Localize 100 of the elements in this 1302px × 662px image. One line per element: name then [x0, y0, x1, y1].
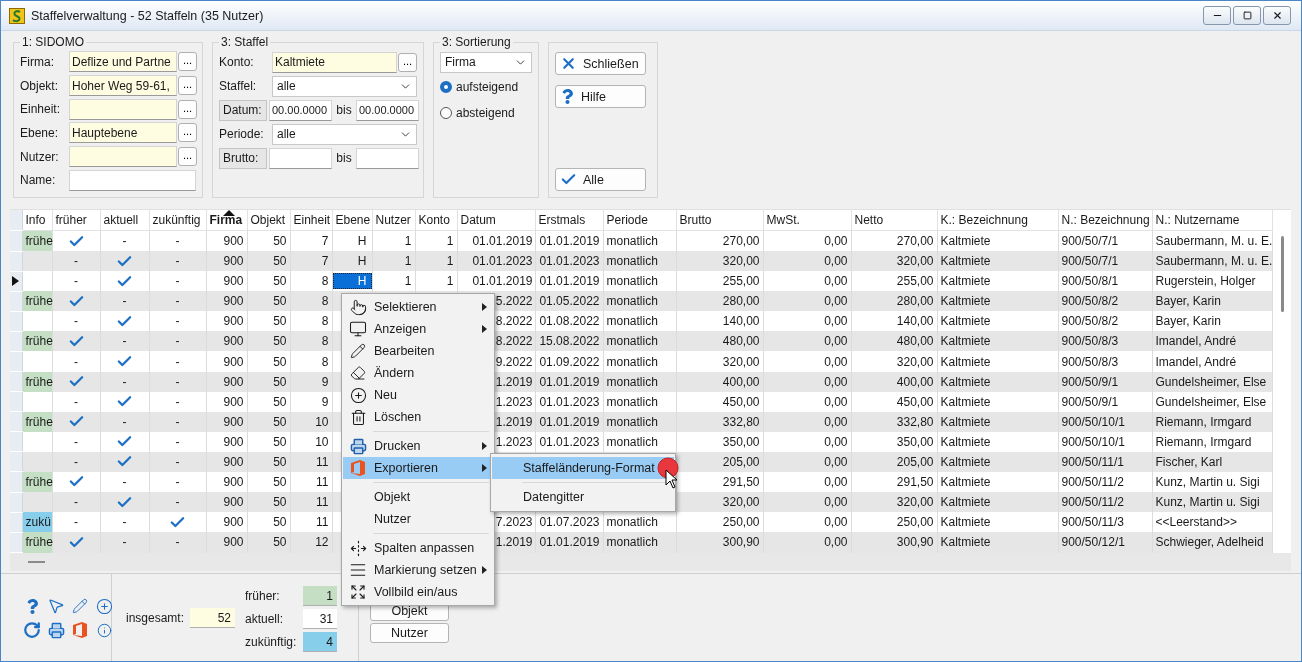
- table-cell-text: 0,00: [824, 413, 848, 431]
- table-cell-text: 50: [273, 474, 287, 491]
- column-header[interactable]: Nutzer: [372, 210, 415, 231]
- column-header[interactable]: zukünftig: [149, 210, 206, 231]
- input-field[interactable]: 00.00.0000: [356, 99, 419, 121]
- input-field[interactable]: 00.00.0000: [269, 99, 332, 121]
- scrollbar-thumb[interactable]: [1280, 236, 1284, 312]
- column-header[interactable]: MwSt.: [763, 210, 851, 231]
- menu-item[interactable]: Löschen: [343, 406, 493, 428]
- table-cell-text: -: [175, 253, 180, 271]
- table-cell-text: Gundelsheimer, Else: [1155, 373, 1267, 391]
- table-cell-text: 900: [223, 233, 244, 251]
- column-header[interactable]: Info: [22, 210, 52, 231]
- column-header[interactable]: Erstmals: [535, 210, 603, 231]
- column-header[interactable]: N.: Bezeichnung: [1058, 210, 1152, 231]
- column-header[interactable]: Objekt: [247, 210, 290, 231]
- table-cell-text: 291,50: [896, 474, 934, 491]
- table-cell-text: 1: [446, 253, 454, 271]
- table-cell-text: 205,00: [896, 453, 934, 471]
- menu-item[interactable]: Spalten anpassen: [343, 537, 493, 559]
- info-cell: zukü: [22, 512, 52, 533]
- picker-button[interactable]: ...: [178, 52, 197, 72]
- menu-item[interactable]: Vollbild ein/aus: [343, 581, 493, 603]
- column-header[interactable]: K.: Bezeichnung: [937, 210, 1058, 231]
- picker-button[interactable]: ...: [398, 52, 417, 72]
- column-header[interactable]: Ebene: [332, 210, 372, 231]
- input-field[interactable]: Deflize und Partne: [69, 51, 177, 73]
- table-cell-text: 11: [316, 453, 329, 471]
- action-button[interactable]: Schließen: [555, 52, 646, 75]
- menu-item[interactable]: Staffeländerung-Format: [492, 457, 674, 479]
- table-cell-text: 400,00: [896, 373, 934, 391]
- table-cell-text: -: [74, 313, 78, 331]
- input-field[interactable]: [69, 98, 177, 120]
- menu-item[interactable]: Nutzer: [343, 508, 493, 530]
- menu-item[interactable]: Objekt: [343, 486, 493, 508]
- picker-button[interactable]: ...: [178, 76, 197, 95]
- input-field[interactable]: [269, 147, 332, 169]
- minimize-button[interactable]: [1203, 6, 1231, 25]
- input-field[interactable]: Kaltmiete: [272, 51, 397, 73]
- field-label-button[interactable]: Brutto:: [219, 147, 267, 169]
- menu-item[interactable]: Bearbeiten: [343, 340, 493, 362]
- input-field[interactable]: [69, 146, 177, 167]
- menu-item[interactable]: Selektieren: [343, 296, 493, 318]
- count-label: aktuell:: [245, 612, 285, 626]
- input-field[interactable]: [69, 169, 196, 191]
- menu-item[interactable]: Drucken: [343, 435, 493, 457]
- field-label-button[interactable]: Datum:: [219, 99, 267, 121]
- table-cell-text: 900: [223, 273, 244, 291]
- table-cell-text: 332,80: [896, 413, 934, 431]
- column-header[interactable]: früher: [52, 210, 100, 231]
- table-cell-text: 11: [316, 494, 329, 512]
- radio-option[interactable]: absteigend: [440, 101, 532, 125]
- column-header[interactable]: Konto: [415, 210, 457, 231]
- filter-button[interactable]: Nutzer: [370, 623, 449, 643]
- table-cell-text: 0,00: [824, 273, 848, 291]
- hand-pointer-icon: [349, 298, 367, 316]
- row-pointer-icon: [12, 276, 19, 287]
- dropdown[interactable]: alle: [272, 75, 417, 97]
- pencil-icon: [350, 343, 366, 359]
- dropdown[interactable]: Firma: [440, 51, 532, 73]
- column-header[interactable]: Periode: [603, 210, 676, 231]
- close-icon: [560, 55, 577, 72]
- column-header[interactable]: aktuell: [100, 210, 149, 231]
- maximize-button[interactable]: [1233, 6, 1261, 25]
- column-header[interactable]: Einheit: [290, 210, 332, 231]
- picker-button[interactable]: ...: [178, 123, 197, 143]
- picker-button[interactable]: ...: [178, 99, 197, 119]
- input-field[interactable]: [356, 147, 419, 169]
- menu-item[interactable]: Datengitter: [492, 486, 674, 508]
- input-field[interactable]: Hauptebene: [69, 122, 177, 144]
- menu-item[interactable]: Ändern: [343, 362, 493, 384]
- column-header[interactable]: Brutto: [676, 210, 763, 231]
- table-cell-text: 900/50/8/3: [1061, 353, 1119, 371]
- table-cell-text: 7: [321, 253, 329, 271]
- app-logo-icon: [72, 621, 88, 639]
- table-cell-text: 900/50/11/2: [1061, 494, 1124, 512]
- table-cell-text: 900: [223, 413, 244, 431]
- column-header[interactable]: Netto: [851, 210, 937, 231]
- sort-arrow-icon: [222, 210, 235, 216]
- menu-item[interactable]: Neu: [343, 384, 493, 406]
- input-field[interactable]: Hoher Weg 59-61,: [69, 75, 177, 96]
- table-cell-text: 50: [273, 293, 287, 311]
- radio-option[interactable]: aufsteigend: [440, 75, 532, 99]
- column-header[interactable]: N.: Nutzername: [1152, 210, 1272, 231]
- table-cell-text: Riemann, Irmgard: [1155, 433, 1252, 451]
- action-button[interactable]: Hilfe: [555, 85, 646, 108]
- menu-item[interactable]: Markierung setzen: [343, 559, 493, 581]
- picker-button[interactable]: ...: [178, 147, 197, 166]
- column-header[interactable]: Firma: [206, 210, 247, 231]
- menu-item[interactable]: Exportieren: [343, 457, 493, 479]
- menu-item[interactable]: Anzeigen: [343, 318, 493, 340]
- window-title: Staffelverwaltung - 52 Staffeln (35 Nutzer): [31, 8, 265, 23]
- dropdown[interactable]: alle: [272, 123, 417, 145]
- splitter-handle[interactable]: [28, 561, 45, 563]
- table-cell-text: 900: [223, 373, 244, 391]
- table-cell-text: 900/50/12/1: [1061, 534, 1125, 552]
- column-header[interactable]: Datum: [457, 210, 535, 231]
- close-button[interactable]: [1263, 6, 1291, 25]
- field-label: Firma:: [20, 54, 55, 69]
- action-button[interactable]: Alle: [555, 168, 646, 191]
